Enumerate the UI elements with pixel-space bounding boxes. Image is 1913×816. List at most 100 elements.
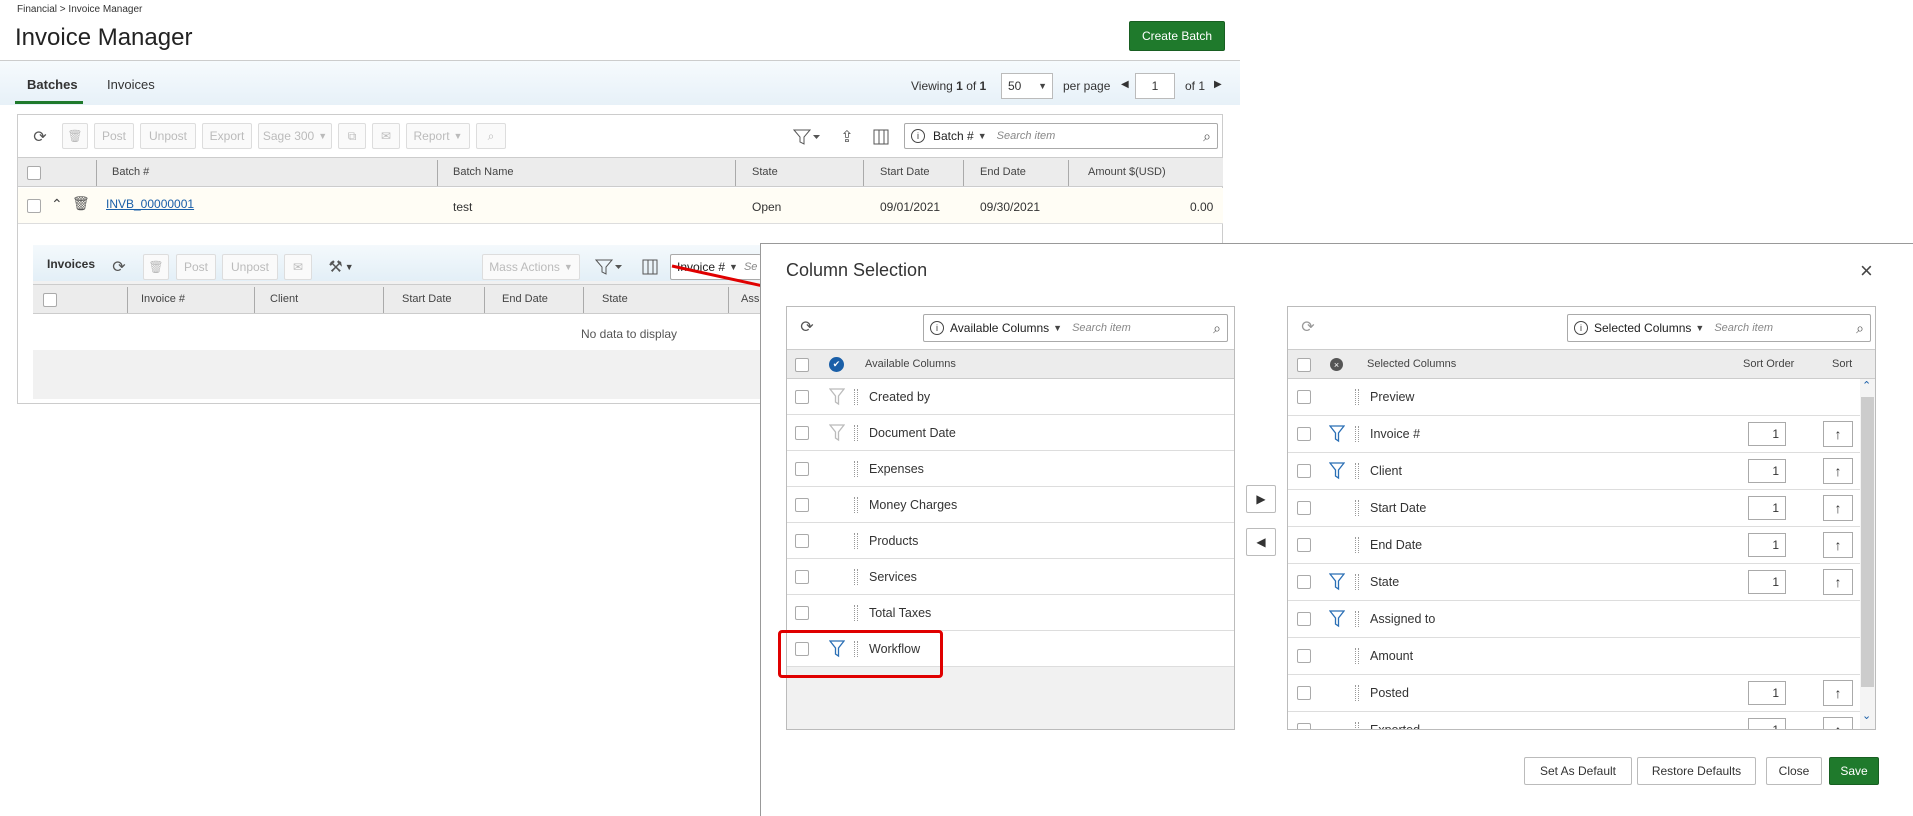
- scroll-down-icon[interactable]: ⌄: [1862, 709, 1871, 722]
- select-all-checkbox[interactable]: [1297, 358, 1311, 372]
- available-column-row[interactable]: Products: [787, 523, 1234, 559]
- drag-handle-icon[interactable]: [854, 533, 858, 549]
- row-checkbox[interactable]: [1297, 612, 1311, 626]
- search-field-selector[interactable]: Batch #: [933, 129, 974, 143]
- drag-handle-icon[interactable]: [1355, 611, 1359, 627]
- refresh-icon[interactable]: ⟳: [28, 124, 52, 150]
- selected-search[interactable]: i Selected Columns ▼ Search item ⌕: [1567, 314, 1871, 342]
- refresh-icon[interactable]: ⟳: [108, 256, 130, 278]
- move-right-button[interactable]: ▶: [1246, 485, 1276, 513]
- sort-direction-button[interactable]: ↑: [1823, 495, 1853, 521]
- drag-handle-icon[interactable]: [854, 425, 858, 441]
- sort-order-input[interactable]: 1: [1748, 681, 1786, 705]
- check-circle-icon[interactable]: ✔: [829, 357, 844, 372]
- drag-handle-icon[interactable]: [1355, 685, 1359, 701]
- filter-icon[interactable]: [790, 124, 824, 150]
- col-amount[interactable]: Amount $(USD): [1088, 166, 1166, 178]
- search-icon[interactable]: ⌕: [1213, 320, 1221, 337]
- row-checkbox[interactable]: [1297, 538, 1311, 552]
- search-field-selector[interactable]: Available Columns: [950, 321, 1049, 335]
- create-batch-button[interactable]: Create Batch: [1129, 21, 1225, 51]
- copy-icon[interactable]: ⧉: [338, 123, 366, 149]
- select-all-checkbox[interactable]: [43, 293, 57, 307]
- scrollbar-thumb[interactable]: [1861, 397, 1874, 687]
- drag-handle-icon[interactable]: [854, 569, 858, 585]
- row-checkbox[interactable]: [795, 534, 809, 548]
- row-checkbox[interactable]: [27, 199, 41, 213]
- search-field-selector[interactable]: Selected Columns: [1594, 321, 1691, 335]
- col-client[interactable]: Client: [270, 293, 298, 305]
- mass-actions-button[interactable]: Mass Actions ▼: [482, 254, 580, 280]
- drag-handle-icon[interactable]: [854, 461, 858, 477]
- drag-handle-icon[interactable]: [854, 497, 858, 513]
- export-button[interactable]: Export: [202, 123, 252, 149]
- columns-icon[interactable]: [869, 124, 893, 150]
- columns-icon[interactable]: [639, 256, 661, 278]
- row-checkbox[interactable]: [1297, 464, 1311, 478]
- chevron-up-icon[interactable]: ⌃: [51, 196, 63, 213]
- drag-handle-icon[interactable]: [1355, 574, 1359, 590]
- sort-direction-button[interactable]: ↑: [1823, 717, 1853, 729]
- row-checkbox[interactable]: [795, 498, 809, 512]
- sort-direction-button[interactable]: ↑: [1823, 680, 1853, 706]
- available-column-row[interactable]: Services: [787, 559, 1234, 595]
- selected-column-row[interactable]: State 1 ↑: [1288, 564, 1860, 601]
- restore-defaults-button[interactable]: Restore Defaults: [1637, 757, 1756, 785]
- drag-handle-icon[interactable]: [1355, 463, 1359, 479]
- selected-column-row[interactable]: Exported 1 ↑: [1288, 712, 1860, 729]
- available-column-row[interactable]: Money Charges: [787, 487, 1234, 523]
- col-end-date[interactable]: End Date: [502, 293, 548, 305]
- row-checkbox[interactable]: [795, 426, 809, 440]
- col-state[interactable]: State: [752, 166, 778, 178]
- preview-icon[interactable]: ⌕: [476, 123, 506, 149]
- drag-handle-icon[interactable]: [1355, 500, 1359, 516]
- email-icon[interactable]: ✉: [284, 254, 312, 280]
- sort-order-input[interactable]: 1: [1748, 533, 1786, 557]
- row-checkbox[interactable]: [1297, 427, 1311, 441]
- drag-handle-icon[interactable]: [1355, 426, 1359, 442]
- row-checkbox[interactable]: [1297, 723, 1311, 729]
- unpost-button[interactable]: Unpost: [140, 123, 196, 149]
- drag-handle-icon[interactable]: [1355, 389, 1359, 405]
- close-button[interactable]: Close: [1766, 757, 1822, 785]
- sort-direction-button[interactable]: ↑: [1823, 458, 1853, 484]
- selected-column-row[interactable]: End Date 1 ↑: [1288, 527, 1860, 564]
- sort-order-input[interactable]: 1: [1748, 718, 1786, 729]
- available-column-row[interactable]: Document Date: [787, 415, 1234, 451]
- email-icon[interactable]: ✉: [372, 123, 400, 149]
- save-button[interactable]: Save: [1829, 757, 1879, 785]
- sort-order-input[interactable]: 1: [1748, 570, 1786, 594]
- sort-order-input[interactable]: 1: [1748, 459, 1786, 483]
- delete-icon[interactable]: 🗑: [143, 254, 169, 280]
- set-as-default-button[interactable]: Set As Default: [1524, 757, 1632, 785]
- sort-order-input[interactable]: 1: [1748, 422, 1786, 446]
- select-all-checkbox[interactable]: [795, 358, 809, 372]
- row-checkbox[interactable]: [1297, 649, 1311, 663]
- selected-column-row[interactable]: Amount: [1288, 638, 1860, 675]
- row-checkbox[interactable]: [1297, 686, 1311, 700]
- post-button[interactable]: Post: [176, 254, 216, 280]
- drag-handle-icon[interactable]: [854, 605, 858, 621]
- batch-link[interactable]: INVB_00000001: [106, 197, 194, 211]
- report-button[interactable]: Report ▼: [406, 123, 470, 149]
- sage-button[interactable]: Sage 300 ▼: [258, 123, 332, 149]
- delete-icon[interactable]: 🗑: [72, 195, 90, 212]
- col-batch[interactable]: Batch #: [112, 166, 149, 178]
- delete-icon[interactable]: 🗑: [62, 123, 88, 149]
- remove-circle-icon[interactable]: ×: [1330, 358, 1343, 371]
- col-start-date[interactable]: Start Date: [402, 293, 452, 305]
- export-share-icon[interactable]: ⇪: [835, 124, 859, 150]
- scroll-up-icon[interactable]: ⌃: [1862, 379, 1871, 392]
- sort-direction-button[interactable]: ↑: [1823, 569, 1853, 595]
- prev-page-icon[interactable]: ◀: [1121, 79, 1129, 90]
- sort-direction-button[interactable]: ↑: [1823, 532, 1853, 558]
- available-column-row[interactable]: Expenses: [787, 451, 1234, 487]
- selected-column-row[interactable]: Start Date 1 ↑: [1288, 490, 1860, 527]
- post-button[interactable]: Post: [94, 123, 134, 149]
- row-checkbox[interactable]: [795, 462, 809, 476]
- batch-search[interactable]: i Batch # ▼ Search item ⌕: [904, 123, 1218, 149]
- col-start-date[interactable]: Start Date: [880, 166, 930, 178]
- row-checkbox[interactable]: [1297, 575, 1311, 589]
- refresh-icon[interactable]: ⟳: [796, 316, 818, 338]
- next-page-icon[interactable]: ▶: [1214, 79, 1222, 90]
